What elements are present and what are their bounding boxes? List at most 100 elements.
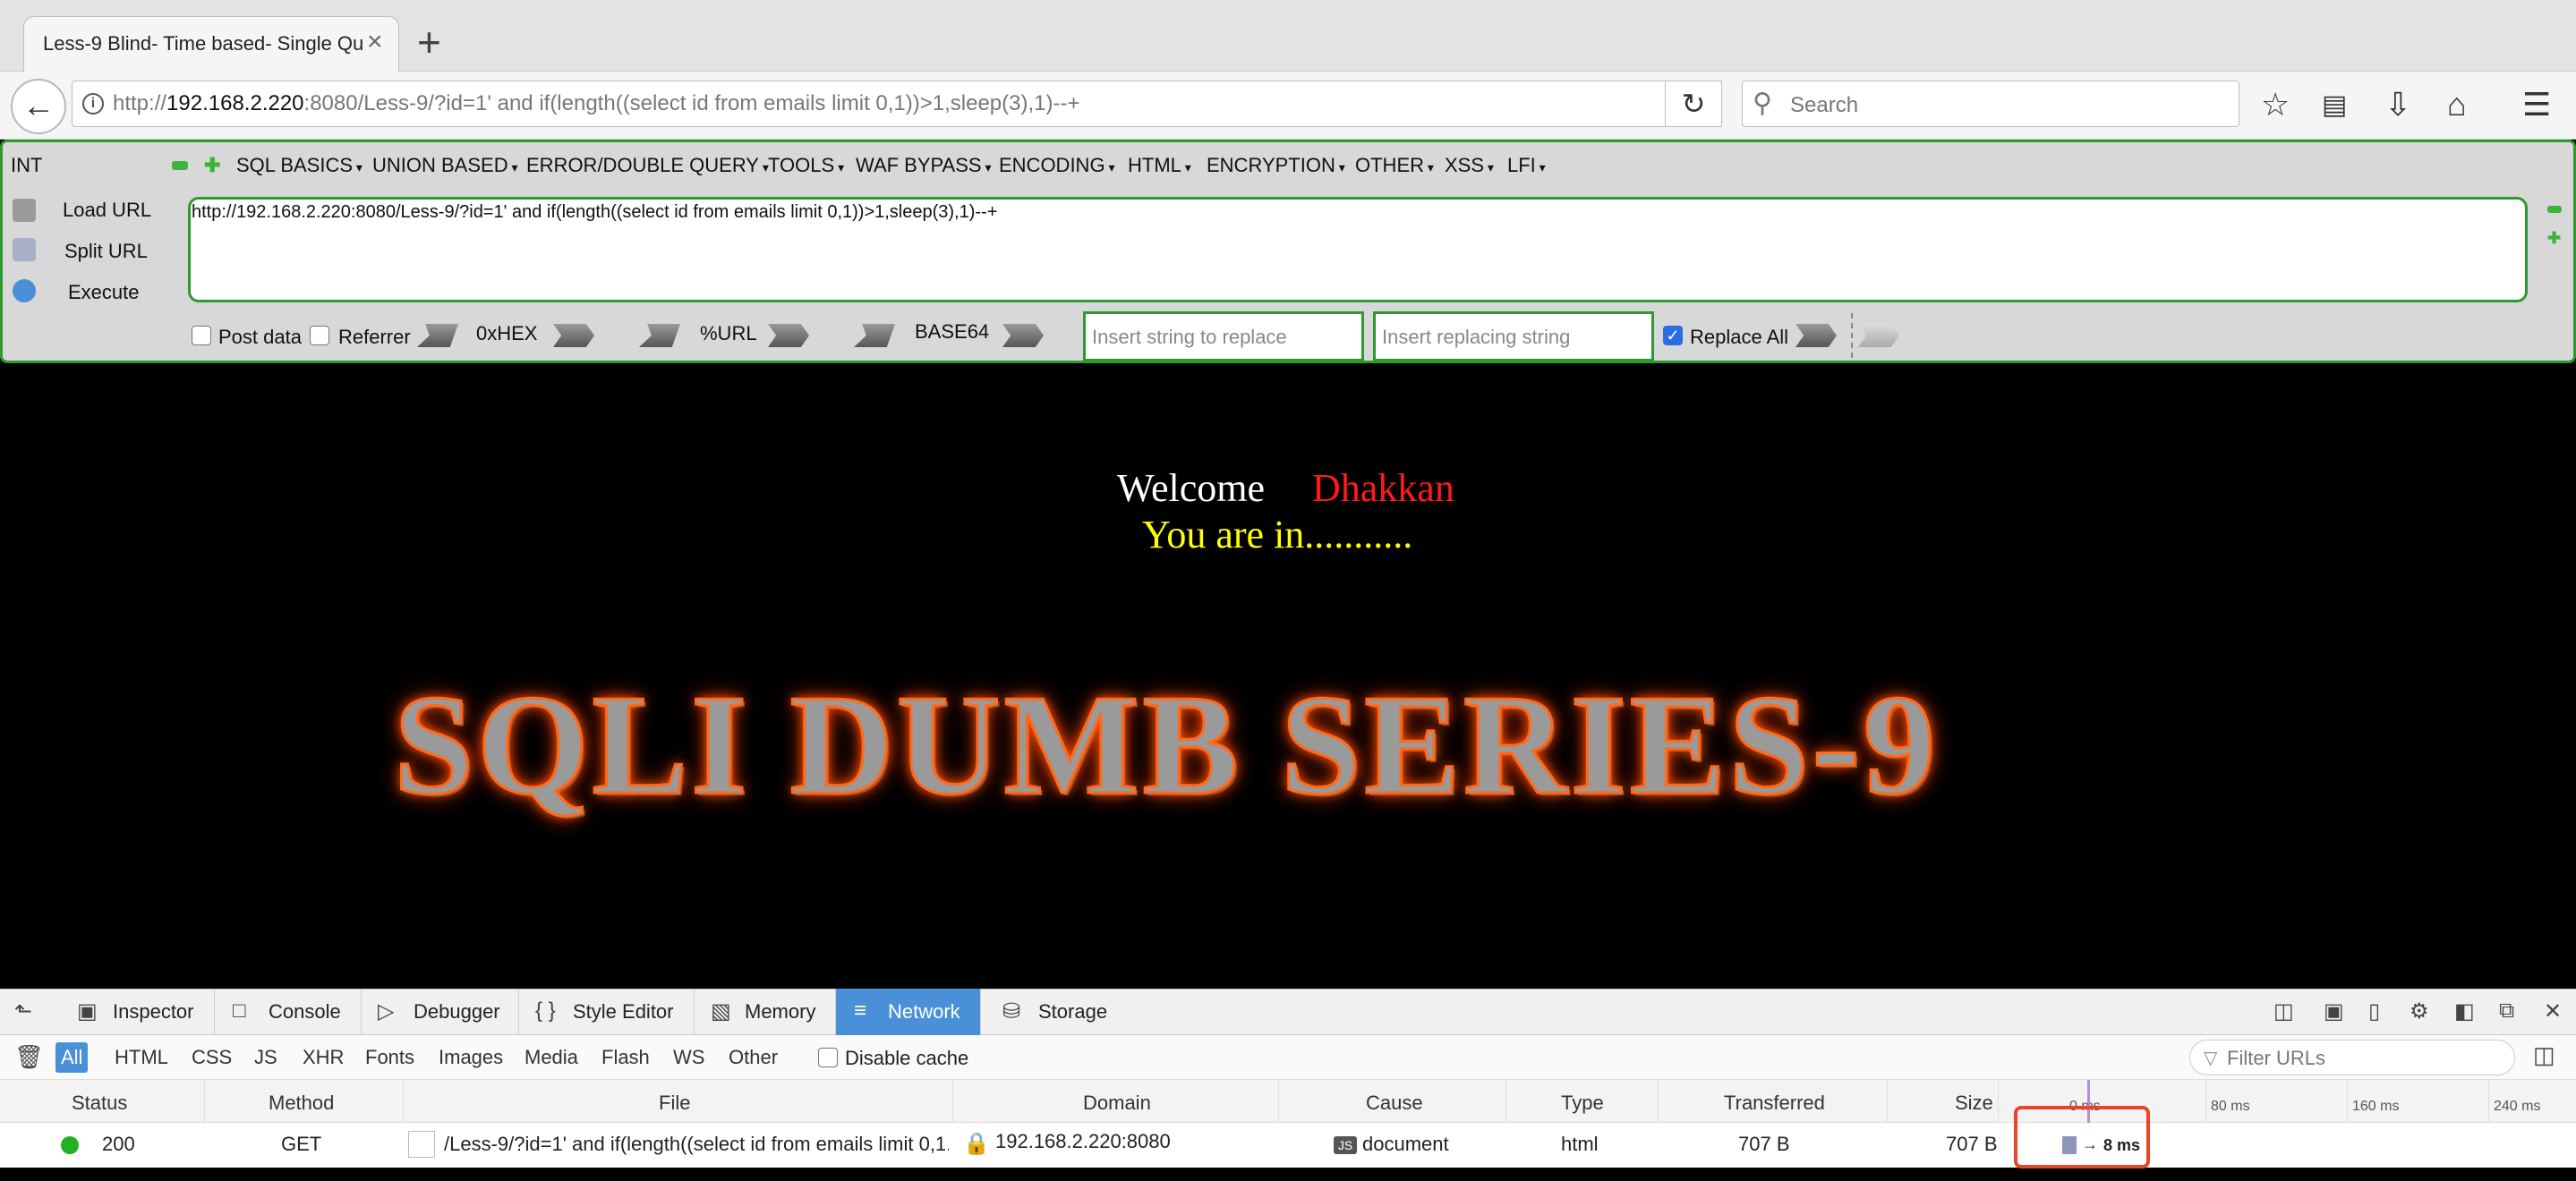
- minus-icon[interactable]: [172, 161, 188, 170]
- post-data-checkbox[interactable]: [192, 326, 211, 345]
- referrer-checkbox[interactable]: [310, 326, 329, 345]
- disable-cache-checkbox[interactable]: [818, 1048, 838, 1067]
- split-url-button[interactable]: Split URL: [64, 240, 148, 263]
- dock-layout-icon[interactable]: ◫: [2273, 998, 2294, 1024]
- js-badge-icon: JS: [1334, 1136, 1357, 1154]
- menu-html[interactable]: HTML: [1128, 154, 1191, 177]
- col-type[interactable]: Type: [1561, 1092, 1604, 1115]
- plus-icon[interactable]: ✚: [204, 154, 220, 177]
- hackbar-url-value[interactable]: http://192.168.2.220:8080/Less-9/?id=1' …: [192, 202, 997, 223]
- menu-error-double-query[interactable]: ERROR/DOUBLE QUERY: [526, 154, 769, 177]
- row-domain: 192.168.2.220:8080: [995, 1130, 1171, 1152]
- shrink-icon[interactable]: [2547, 206, 2562, 213]
- menu-icon[interactable]: ☰: [2522, 86, 2551, 123]
- col-cause[interactable]: Cause: [1366, 1092, 1423, 1115]
- execute-icon[interactable]: [13, 279, 36, 302]
- status-message: You are in...........: [1142, 513, 1413, 557]
- insecure-lock-icon: 🔒: [963, 1132, 990, 1156]
- menu-xss[interactable]: XSS: [1445, 154, 1494, 177]
- filter-ws[interactable]: WS: [668, 1042, 710, 1073]
- request-table-header: [0, 1080, 2576, 1123]
- close-devtools-icon[interactable]: ✕: [2544, 998, 2562, 1024]
- responsive-icon[interactable]: ▣: [2324, 998, 2344, 1024]
- col-file[interactable]: File: [659, 1092, 690, 1115]
- filter-media[interactable]: Media: [519, 1042, 584, 1073]
- col-divider: [403, 1080, 404, 1123]
- search-placeholder: Search: [1790, 93, 1859, 117]
- home-icon[interactable]: ⌂: [2447, 86, 2467, 123]
- filter-images[interactable]: Images: [433, 1042, 508, 1073]
- filter-xhr[interactable]: XHR: [297, 1042, 349, 1073]
- row-file: /Less-9/?id=1' and if(length((select id …: [444, 1133, 949, 1155]
- replace-all-label: Replace All: [1690, 326, 1789, 348]
- hackbar-mode[interactable]: INT: [11, 154, 42, 177]
- waterfall-tick: 80 ms: [2211, 1099, 2250, 1114]
- bookmark-star-icon[interactable]: ☆: [2261, 86, 2290, 123]
- col-size[interactable]: Size: [1955, 1092, 1993, 1115]
- replacing-string-placeholder: Insert replacing string: [1382, 326, 1571, 348]
- filter-html[interactable]: HTML: [109, 1042, 174, 1073]
- toggle-sidebar-icon[interactable]: ◫: [2533, 1041, 2555, 1069]
- col-divider: [952, 1080, 953, 1123]
- split-url-icon[interactable]: [13, 238, 36, 261]
- series-banner: SQLI DUMB SERIES-9: [393, 664, 1939, 826]
- col-method[interactable]: Method: [269, 1092, 334, 1115]
- menu-union-based[interactable]: UNION BASED: [372, 154, 518, 177]
- filter-fonts[interactable]: Fonts: [360, 1042, 420, 1073]
- execute-button[interactable]: Execute: [68, 281, 140, 304]
- reload-icon[interactable]: ↻: [1665, 81, 1722, 127]
- network-icon: ≡: [854, 998, 867, 1023]
- inspector-icon: ▣: [77, 999, 98, 1024]
- row-size: 707 B: [1946, 1133, 1998, 1155]
- filter-flash[interactable]: Flash: [596, 1042, 655, 1073]
- col-divider: [204, 1080, 205, 1123]
- clear-trash-icon[interactable]: 🗑: [14, 1043, 44, 1071]
- url-text[interactable]: http://192.168.2.220:8080/Less-9/?id=1' …: [113, 91, 1080, 116]
- replace-string-placeholder: Insert string to replace: [1092, 326, 1287, 348]
- screenshot-icon[interactable]: ▯: [2368, 998, 2380, 1024]
- col-domain[interactable]: Domain: [1083, 1092, 1151, 1115]
- col-divider: [1887, 1080, 1888, 1123]
- separator: [1851, 313, 1853, 358]
- menu-lfi[interactable]: LFI: [1507, 154, 1546, 177]
- menu-tools[interactable]: TOOLS: [768, 154, 844, 177]
- menu-encoding[interactable]: ENCODING: [999, 154, 1114, 177]
- user-name: Dhakkan: [1312, 466, 1454, 510]
- split-console-icon[interactable]: ◧: [2454, 998, 2475, 1024]
- col-transferred[interactable]: Transferred: [1724, 1092, 1825, 1115]
- col-status[interactable]: Status: [72, 1092, 127, 1115]
- replace-all-checkbox[interactable]: ✓: [1663, 326, 1683, 345]
- menu-sql-basics[interactable]: SQL BASICS: [236, 154, 363, 177]
- load-url-icon[interactable]: [13, 199, 36, 222]
- load-url-button[interactable]: Load URL: [63, 199, 151, 222]
- row-type: html: [1561, 1133, 1599, 1155]
- col-divider: [1658, 1080, 1659, 1123]
- filter-all[interactable]: All: [55, 1042, 89, 1073]
- row-transferred: 707 B: [1738, 1133, 1790, 1155]
- settings-gear-icon[interactable]: ⚙: [2410, 998, 2429, 1024]
- welcome-text: Welcome: [1117, 466, 1266, 510]
- row-method: GET: [281, 1133, 322, 1155]
- pick-element-icon[interactable]: ⬑: [14, 998, 32, 1024]
- timing-highlight-box: [2014, 1106, 2150, 1168]
- row-cause: document: [1362, 1133, 1449, 1155]
- download-icon[interactable]: ⇩: [2384, 86, 2411, 123]
- filter-other[interactable]: Other: [723, 1042, 783, 1073]
- reading-list-icon[interactable]: ▤: [2322, 89, 2347, 121]
- menu-waf-bypass[interactable]: WAF BYPASS: [856, 154, 992, 177]
- undock-icon[interactable]: ⧉: [2499, 998, 2514, 1024]
- info-icon[interactable]: i: [82, 93, 104, 115]
- filter-css[interactable]: CSS: [186, 1042, 237, 1073]
- col-divider: [1998, 1080, 1999, 1123]
- tab-title: Less-9 Blind- Time based- Single Qu: [43, 32, 363, 55]
- table-row[interactable]: [0, 1123, 2576, 1168]
- expand-icon[interactable]: ✚: [2547, 229, 2561, 248]
- console-icon: □: [233, 998, 246, 1023]
- menu-other[interactable]: OTHER: [1355, 154, 1434, 177]
- disable-cache-label: Disable cache: [845, 1047, 969, 1069]
- back-button[interactable]: ←: [11, 79, 66, 134]
- filter-js[interactable]: JS: [249, 1042, 283, 1073]
- new-tab-icon[interactable]: +: [417, 21, 441, 63]
- menu-encryption[interactable]: ENCRYPTION: [1207, 154, 1345, 177]
- close-tab-icon[interactable]: ×: [367, 27, 383, 57]
